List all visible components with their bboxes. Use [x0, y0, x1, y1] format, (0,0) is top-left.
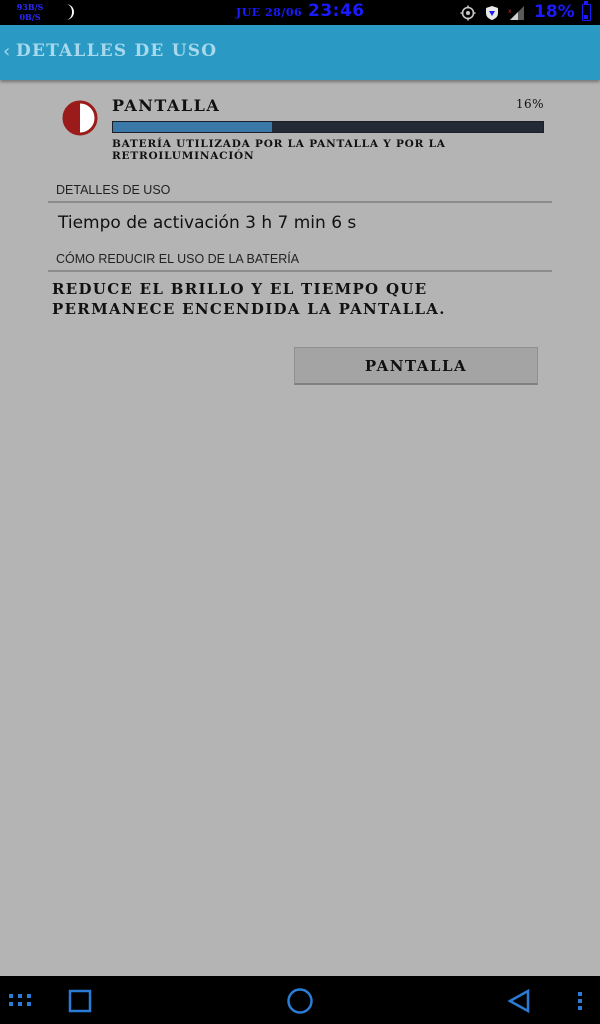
battery-percent: 18% — [534, 2, 575, 22]
action-bar: ‹ DETALLES DE USO — [0, 25, 600, 80]
brightness-icon — [62, 100, 98, 136]
page-title[interactable]: DETALLES DE USO — [16, 41, 217, 61]
status-time: 23:46 — [308, 1, 365, 21]
usage-progress-fill — [113, 122, 273, 132]
reduce-tip: REDUCE EL BRILLO Y EL TIEMPO QUE PERMANE… — [52, 280, 446, 318]
status-icons: x — [460, 3, 526, 23]
network-speed-down: 0B/S — [19, 12, 41, 22]
usage-percent: 16% — [515, 97, 544, 111]
back-icon[interactable] — [506, 988, 532, 1014]
home-icon[interactable] — [286, 987, 314, 1015]
sync-icon — [460, 5, 476, 21]
vpn-icon — [486, 6, 498, 20]
navigation-bar — [0, 976, 600, 1024]
recents-icon[interactable] — [68, 989, 92, 1013]
network-speed-up: 93B/S — [16, 2, 44, 12]
app-name: PANTALLA — [112, 96, 221, 115]
usage-details-header: DETALLES DE USO — [48, 181, 552, 203]
overflow-icon[interactable] — [576, 991, 584, 1011]
reduce-usage-header: CÓMO REDUCIR EL USO DE LA BATERÍA — [48, 250, 552, 272]
svg-text:x: x — [508, 8, 512, 15]
usage-progress-bar — [112, 121, 544, 133]
moon-icon — [66, 4, 74, 20]
network-speed: 93B/S 0B/S — [6, 2, 54, 22]
battery-icon — [582, 1, 591, 21]
pantalla-settings-button[interactable]: PANTALLA — [294, 347, 538, 385]
menu-dots-icon[interactable] — [8, 992, 34, 1008]
signal-icon: x — [508, 6, 524, 20]
usage-details-header-label: DETALLES DE USO — [56, 183, 171, 197]
back-chevron-icon[interactable]: ‹ — [3, 42, 15, 62]
status-date: JUE 28/06 — [236, 6, 303, 19]
active-time: Tiempo de activación 3 h 7 min 6 s — [58, 213, 357, 233]
app-description: BATERÍA UTILIZADA POR LA PANTALLA Y POR … — [112, 138, 446, 162]
status-bar: 93B/S 0B/S JUE 28/06 23:46 x 18% — [0, 0, 600, 25]
reduce-usage-header-label: CÓMO REDUCIR EL USO DE LA BATERÍA — [56, 252, 300, 266]
